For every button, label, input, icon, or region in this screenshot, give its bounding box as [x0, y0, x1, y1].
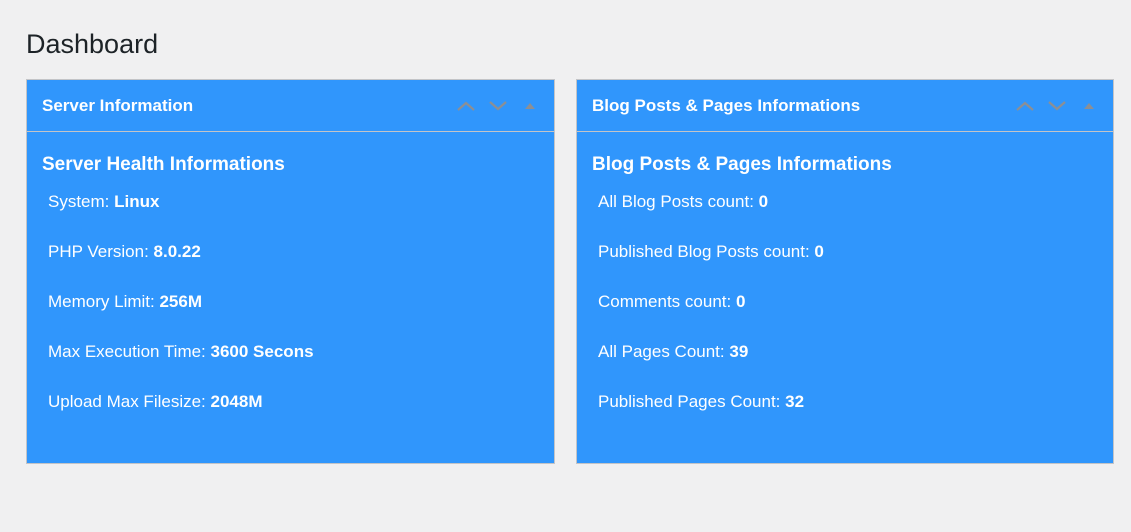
- info-value: 0: [735, 292, 746, 311]
- blog-posts-pages-box: Blog Posts & Pages Informations Blog Pos…: [576, 79, 1114, 464]
- toggle-panel-button[interactable]: [1073, 94, 1105, 118]
- list-item-published-pages: Published Pages Count: 32: [598, 391, 1098, 413]
- triangle-up-icon: [1084, 103, 1094, 109]
- blog-box-header[interactable]: Blog Posts & Pages Informations: [577, 80, 1113, 132]
- info-value: 2048M: [210, 392, 263, 411]
- info-value: 256M: [159, 292, 202, 311]
- info-value: Linux: [114, 192, 160, 211]
- info-label: Memory Limit:: [48, 292, 160, 311]
- info-label: All Pages Count:: [598, 342, 730, 361]
- info-value: 39: [729, 342, 749, 361]
- info-value: 0: [758, 192, 769, 211]
- move-up-button[interactable]: [1009, 94, 1041, 118]
- list-item-system: System: Linux: [48, 191, 539, 213]
- move-up-button[interactable]: [450, 94, 482, 118]
- list-item-all-pages: All Pages Count: 39: [598, 341, 1098, 363]
- blog-box-title: Blog Posts & Pages Informations: [592, 96, 861, 115]
- server-health-heading: Server Health Informations: [42, 154, 285, 175]
- chevron-up-icon: [457, 101, 475, 111]
- info-label: Published Pages Count:: [598, 392, 786, 411]
- blog-box-content: Blog Posts & Pages Informations All Blog…: [577, 153, 1113, 413]
- toggle-panel-button[interactable]: [514, 94, 546, 118]
- chevron-down-icon: [1048, 101, 1066, 111]
- server-box-header[interactable]: Server Information: [27, 80, 554, 132]
- move-down-button[interactable]: [482, 94, 514, 118]
- chevron-up-icon: [1016, 101, 1034, 111]
- move-down-button[interactable]: [1041, 94, 1073, 118]
- list-item-max-execution-time: Max Execution Time: 3600 Secons: [48, 341, 539, 363]
- chevron-down-icon: [489, 101, 507, 111]
- server-box-content: Server Health Informations System: Linux…: [27, 153, 554, 413]
- info-label: Upload Max Filesize:: [48, 392, 211, 411]
- info-value: 8.0.22: [153, 242, 201, 261]
- list-item-all-blog-posts: All Blog Posts count: 0: [598, 191, 1098, 213]
- server-box-title: Server Information: [42, 96, 194, 115]
- server-information-box: Server Information Server Health Informa…: [26, 79, 555, 464]
- triangle-up-icon: [525, 103, 535, 109]
- blog-info-heading: Blog Posts & Pages Informations: [592, 154, 892, 175]
- list-item-memory-limit: Memory Limit: 256M: [48, 291, 539, 313]
- info-label: Comments count:: [598, 292, 736, 311]
- blog-box-handle-actions: [1009, 94, 1105, 118]
- list-item-upload-max-filesize: Upload Max Filesize: 2048M: [48, 391, 539, 413]
- info-value: 0: [814, 242, 824, 261]
- info-label: All Blog Posts count:: [598, 192, 759, 211]
- list-item-published-blog-posts: Published Blog Posts count: 0: [598, 241, 1098, 263]
- server-box-handle-actions: [450, 94, 546, 118]
- info-label: System:: [48, 192, 115, 211]
- list-item-comments: Comments count: 0: [598, 291, 1098, 313]
- info-label: Max Execution Time:: [48, 342, 211, 361]
- info-label: PHP Version:: [48, 242, 154, 261]
- blog-info-list: All Blog Posts count: 0 Published Blog P…: [598, 191, 1098, 413]
- info-label: Published Blog Posts count:: [598, 242, 815, 261]
- list-item-php-version: PHP Version: 8.0.22: [48, 241, 539, 263]
- info-value: 3600 Secons: [210, 342, 314, 361]
- server-info-list: System: Linux PHP Version: 8.0.22 Memory…: [48, 191, 539, 413]
- page-title: Dashboard: [26, 29, 159, 59]
- info-value: 32: [785, 392, 805, 411]
